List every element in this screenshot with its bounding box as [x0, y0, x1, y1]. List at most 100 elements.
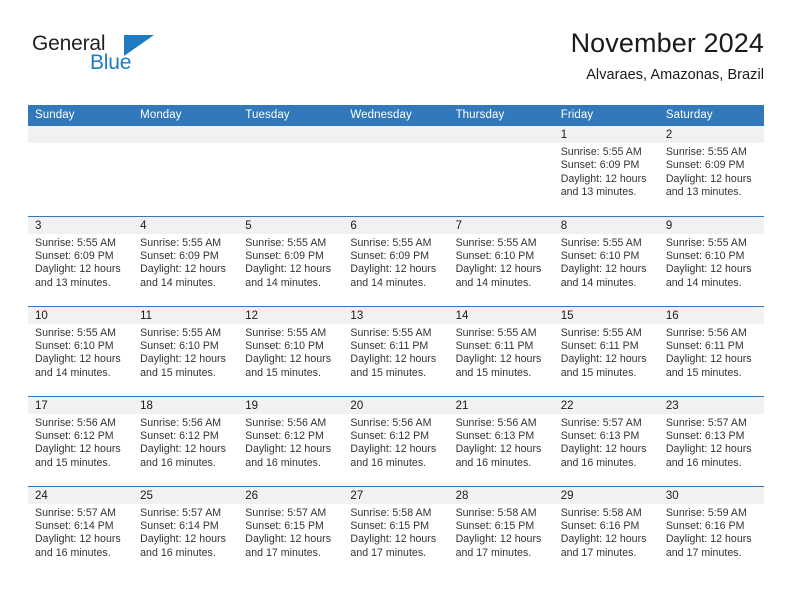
daylight-duration-line2: and 15 minutes.	[140, 366, 216, 379]
calendar-day-cell[interactable]: 15 Sunrise: 5:55 AM Sunset: 6:11 PM Dayligh…	[553, 305, 659, 396]
daylight-duration-line2: and 16 minutes.	[245, 456, 321, 469]
sunset-time: Sunset: 6:10 PM	[560, 249, 640, 262]
sun-times: Sunrise: 5:55 AM Sunset: 6:09 PM Daylight:…	[554, 143, 659, 200]
calendar-day-cell[interactable]: 8 Sunrise: 5:55 AM Sunset: 6:10 PM Daylight…	[553, 215, 659, 306]
daylight-duration-line1: Daylight: 12 hours	[245, 533, 332, 546]
sun-times: Sunrise: 5:55 AM Sunset: 6:10 PM Daylight:…	[449, 234, 554, 291]
weekday-header-friday: Friday	[553, 105, 659, 126]
daylight-duration-line1: Daylight: 12 hours	[665, 263, 752, 276]
day-number: 14	[448, 306, 554, 324]
sun-times: Sunrise: 5:57 AM Sunset: 6:13 PM Daylight:…	[659, 414, 764, 471]
calendar-day-cell[interactable]: 5 Sunrise: 5:55 AM Sunset: 6:09 PM Daylight…	[238, 215, 344, 306]
sunset-time: Sunset: 6:15 PM	[350, 519, 430, 532]
sunrise-time: Sunrise: 5:55 AM	[140, 326, 222, 339]
calendar-day-cell[interactable]: 26 Sunrise: 5:57 AM Sunset: 6:15 PM Dayligh…	[238, 485, 344, 576]
calendar-day-cell[interactable]: 22 Sunrise: 5:57 AM Sunset: 6:13 PM Dayligh…	[553, 395, 659, 486]
general-blue-logo[interactable]: General Blue	[28, 32, 228, 88]
sunrise-time: Sunrise: 5:56 AM	[350, 416, 432, 429]
calendar-day-cell[interactable]: 17 Sunrise: 5:56 AM Sunset: 6:12 PM Dayligh…	[28, 395, 134, 486]
calendar-day-cell[interactable]: 13 Sunrise: 5:55 AM Sunset: 6:11 PM Dayligh…	[343, 305, 449, 396]
sunset-time: Sunset: 6:09 PM	[140, 249, 219, 262]
sunrise-time: Sunrise: 5:55 AM	[455, 236, 537, 249]
daylight-duration-line1: Daylight: 12 hours	[455, 443, 542, 456]
calendar-day-cell[interactable]: 16 Sunrise: 5:56 AM Sunset: 6:11 PM Dayligh…	[658, 305, 764, 396]
daylight-duration-line2: and 13 minutes.	[665, 186, 742, 199]
daylight-duration-line1: Daylight: 12 hours	[560, 263, 647, 276]
daylight-duration-line1: Daylight: 12 hours	[245, 353, 332, 366]
calendar-day-cell[interactable]: 28 Sunrise: 5:58 AM Sunset: 6:15 PM Dayligh…	[448, 485, 554, 576]
sunset-time: Sunset: 6:11 PM	[455, 339, 534, 352]
day-number: 7	[448, 216, 554, 234]
daylight-duration-line2: and 15 minutes.	[35, 456, 111, 469]
sunrise-time: Sunrise: 5:55 AM	[665, 236, 747, 249]
daylight-duration-line2: and 16 minutes.	[350, 456, 427, 469]
daylight-duration-line1: Daylight: 12 hours	[560, 533, 647, 546]
sun-times: Sunrise: 5:55 AM Sunset: 6:09 PM Daylight:…	[659, 143, 764, 200]
daylight-duration-line1: Daylight: 12 hours	[350, 353, 437, 366]
sunrise-time: Sunrise: 5:55 AM	[350, 236, 432, 249]
calendar-day-cell[interactable]: 4 Sunrise: 5:55 AM Sunset: 6:09 PM Daylight…	[133, 215, 239, 306]
calendar-day-cell[interactable]: 30 Sunrise: 5:59 AM Sunset: 6:16 PM Dayligh…	[658, 485, 764, 576]
day-number	[343, 126, 449, 143]
calendar-day-cell[interactable]: 14 Sunrise: 5:55 AM Sunset: 6:11 PM Dayligh…	[448, 305, 554, 396]
calendar-day-cell[interactable]: 25 Sunrise: 5:57 AM Sunset: 6:14 PM Dayligh…	[133, 485, 239, 576]
sunset-time: Sunset: 6:10 PM	[455, 249, 535, 262]
sunset-time: Sunset: 6:10 PM	[245, 339, 324, 352]
daylight-duration-line1: Daylight: 12 hours	[665, 172, 752, 185]
calendar-day-cell[interactable]: 29 Sunrise: 5:58 AM Sunset: 6:16 PM Dayligh…	[553, 485, 659, 576]
sunset-time: Sunset: 6:16 PM	[665, 519, 745, 532]
day-number: 13	[343, 306, 449, 324]
sunrise-time: Sunrise: 5:55 AM	[140, 236, 222, 249]
calendar-week-row: 10 Sunrise: 5:55 AM Sunset: 6:10 PM Dayligh…	[28, 305, 764, 396]
sunset-time: Sunset: 6:15 PM	[245, 519, 324, 532]
calendar-day-cell[interactable]: 11 Sunrise: 5:55 AM Sunset: 6:10 PM Dayligh…	[133, 305, 239, 396]
sun-times: Sunrise: 5:55 AM Sunset: 6:09 PM Daylight:…	[238, 234, 343, 291]
daylight-duration-line2: and 13 minutes.	[35, 276, 111, 289]
sunrise-time: Sunrise: 5:56 AM	[140, 416, 222, 429]
sunrise-time: Sunrise: 5:55 AM	[560, 146, 642, 158]
daylight-duration-line2: and 14 minutes.	[560, 276, 637, 289]
calendar-day-cell[interactable]: 23 Sunrise: 5:57 AM Sunset: 6:13 PM Dayligh…	[658, 395, 764, 486]
sunset-time: Sunset: 6:09 PM	[560, 159, 640, 172]
calendar-day-cell[interactable]: 19 Sunrise: 5:56 AM Sunset: 6:12 PM Dayligh…	[238, 395, 344, 486]
calendar-day-cell[interactable]: 3 Sunrise: 5:55 AM Sunset: 6:09 PM Daylight…	[28, 215, 134, 306]
daylight-duration-line1: Daylight: 12 hours	[140, 443, 226, 456]
sunset-time: Sunset: 6:09 PM	[350, 249, 430, 262]
day-number: 25	[133, 486, 239, 504]
day-number: 21	[448, 396, 554, 414]
calendar-day-cell[interactable]: 24 Sunrise: 5:57 AM Sunset: 6:14 PM Dayligh…	[28, 485, 134, 576]
daylight-duration-line1: Daylight: 12 hours	[35, 353, 121, 366]
calendar-day-cell[interactable]: 18 Sunrise: 5:56 AM Sunset: 6:12 PM Dayligh…	[133, 395, 239, 486]
daylight-duration-line1: Daylight: 12 hours	[560, 353, 647, 366]
calendar-day-cell[interactable]: 20 Sunrise: 5:56 AM Sunset: 6:12 PM Dayligh…	[343, 395, 449, 486]
daylight-duration-line1: Daylight: 12 hours	[245, 263, 332, 276]
calendar-day-cell[interactable]: 27 Sunrise: 5:58 AM Sunset: 6:15 PM Dayligh…	[343, 485, 449, 576]
calendar-day-cell[interactable]: 21 Sunrise: 5:56 AM Sunset: 6:13 PM Dayligh…	[448, 395, 554, 486]
daylight-duration-line1: Daylight: 12 hours	[350, 533, 437, 546]
calendar-day-cell[interactable]: 2 Sunrise: 5:55 AM Sunset: 6:09 PM Daylight…	[658, 126, 764, 216]
daylight-duration-line1: Daylight: 12 hours	[350, 263, 437, 276]
sun-times: Sunrise: 5:56 AM Sunset: 6:13 PM Daylight:…	[449, 414, 554, 471]
daylight-duration-line1: Daylight: 12 hours	[140, 533, 226, 546]
calendar-week-row: 3 Sunrise: 5:55 AM Sunset: 6:09 PM Daylight…	[28, 215, 764, 306]
day-number: 20	[343, 396, 449, 414]
sunrise-time: Sunrise: 5:57 AM	[665, 416, 747, 429]
daylight-duration-line2: and 15 minutes.	[245, 366, 321, 379]
day-number: 23	[658, 396, 764, 414]
calendar-day-cell[interactable]: 10 Sunrise: 5:55 AM Sunset: 6:10 PM Dayligh…	[28, 305, 134, 396]
calendar-day-cell[interactable]: 9 Sunrise: 5:55 AM Sunset: 6:10 PM Daylight…	[658, 215, 764, 306]
daylight-duration-line2: and 15 minutes.	[455, 366, 532, 379]
calendar-day-cell[interactable]: 6 Sunrise: 5:55 AM Sunset: 6:09 PM Daylight…	[343, 215, 449, 306]
calendar-day-cell[interactable]: 7 Sunrise: 5:55 AM Sunset: 6:10 PM Daylight…	[448, 215, 554, 306]
sunrise-time: Sunrise: 5:55 AM	[665, 146, 747, 158]
sunset-time: Sunset: 6:12 PM	[35, 429, 114, 442]
sunrise-time: Sunrise: 5:56 AM	[35, 416, 116, 429]
calendar-header-row: Sunday Monday Tuesday Wednesday Thursday…	[28, 105, 764, 126]
sun-times: Sunrise: 5:58 AM Sunset: 6:15 PM Daylight:…	[449, 504, 554, 561]
day-number: 22	[553, 396, 659, 414]
sunrise-time: Sunrise: 5:58 AM	[455, 506, 537, 519]
sunrise-time: Sunrise: 5:55 AM	[350, 326, 432, 339]
sunrise-time: Sunrise: 5:55 AM	[245, 326, 327, 339]
calendar-day-cell[interactable]: 12 Sunrise: 5:55 AM Sunset: 6:10 PM Dayligh…	[238, 305, 344, 396]
calendar-day-cell[interactable]: 1 Sunrise: 5:55 AM Sunset: 6:09 PM Daylight…	[553, 126, 659, 216]
